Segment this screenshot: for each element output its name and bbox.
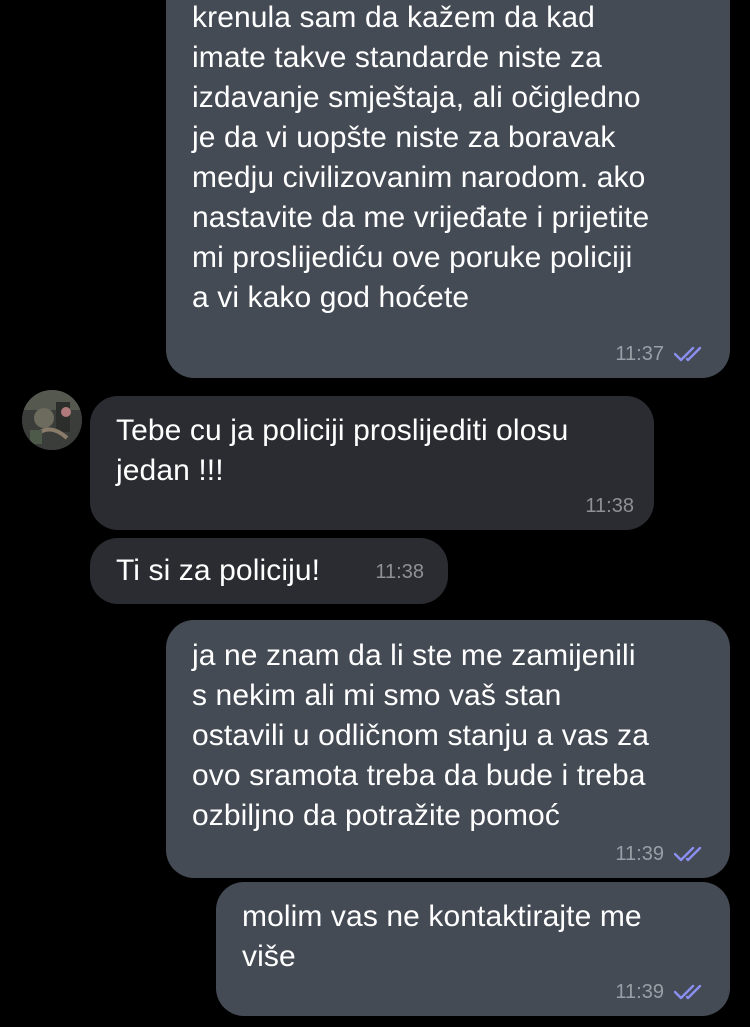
message-text: ja ne znam da li ste me zamijenili s nek… — [192, 639, 650, 832]
message-time: 11:39 — [615, 843, 664, 865]
double-check-icon — [674, 984, 702, 1000]
message-text: Ti si za policiju! — [116, 554, 321, 587]
message-bubble-outgoing[interactable]: molim vas ne kontaktirajte me više 11:39 — [216, 882, 730, 1016]
message-bubble-outgoing[interactable]: krenula sam da kažem da kad imate takve … — [166, 0, 730, 378]
double-check-icon — [674, 346, 702, 362]
message-bubble-outgoing[interactable]: ja ne znam da li ste me zamijenili s nek… — [166, 620, 730, 878]
message-bubble-incoming[interactable]: Ti si za policiju! 11:38 — [90, 538, 448, 604]
message-time: 11:38 — [375, 561, 424, 583]
message-time: 11:37 — [615, 343, 664, 365]
message-bubble-incoming[interactable]: Tebe cu ja policiji proslijediti olosu j… — [90, 396, 654, 530]
message-meta: 11:38 — [585, 494, 634, 518]
message-text: krenula sam da kažem da kad imate takve … — [192, 1, 650, 314]
message-meta: 11:38 — [375, 560, 424, 584]
message-text: Tebe cu ja policiji proslijediti olosu j… — [116, 414, 569, 487]
message-time: 11:38 — [585, 495, 634, 517]
message-time: 11:39 — [615, 981, 664, 1003]
message-meta: 11:39 — [615, 980, 708, 1004]
message-meta: 11:37 — [615, 342, 708, 366]
message-meta: 11:39 — [615, 842, 708, 866]
message-text: molim vas ne kontaktirajte me više — [242, 900, 642, 973]
double-check-icon — [674, 846, 702, 862]
contact-avatar[interactable] — [22, 390, 82, 450]
avatar-image — [22, 390, 82, 450]
